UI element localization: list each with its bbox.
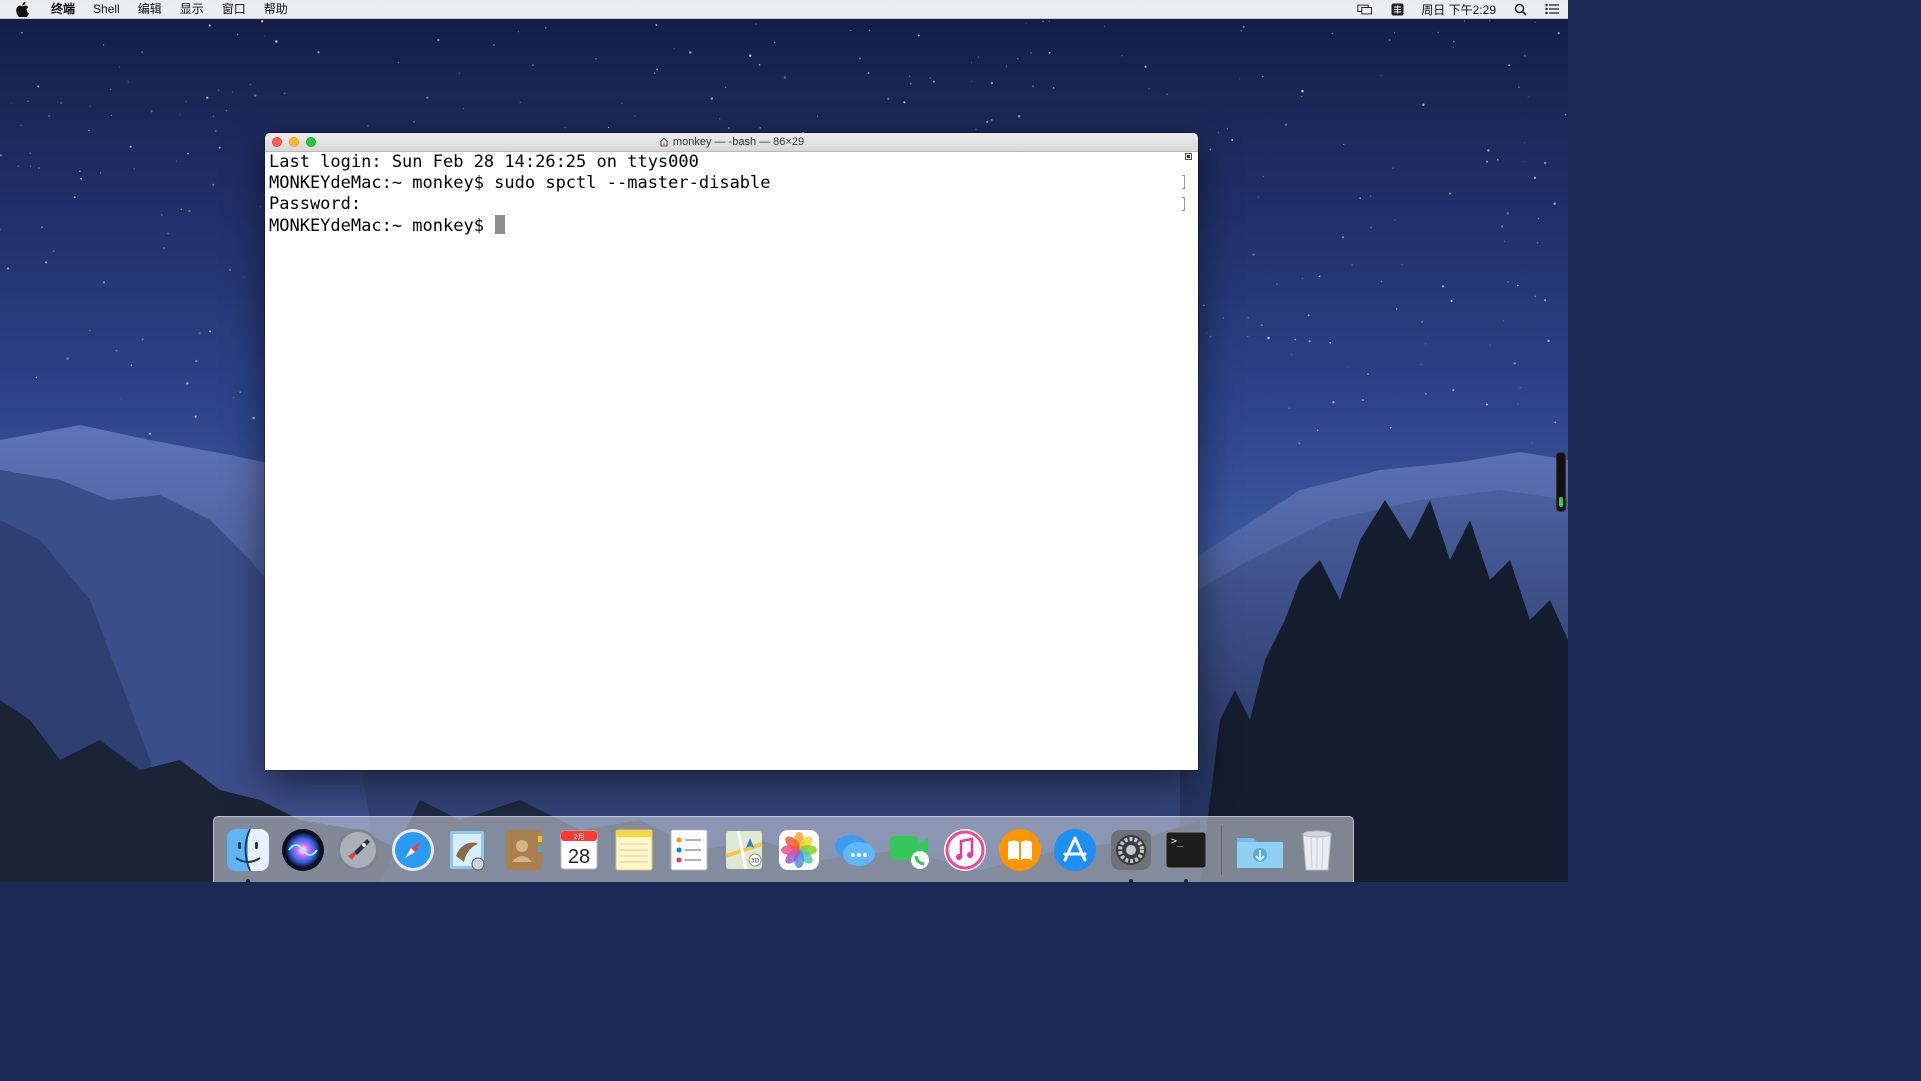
menubar-clock[interactable]: 周日 下午2:29 xyxy=(1413,1,1504,18)
menu-window[interactable]: 窗口 xyxy=(213,0,255,18)
dock: 2月 28 3D >_ xyxy=(213,816,1354,883)
running-indicator xyxy=(1128,878,1133,883)
calendar-day: 28 xyxy=(568,846,590,868)
home-folder-icon xyxy=(659,137,669,147)
line-mark-bracket xyxy=(1182,197,1185,211)
calendar-month: 2月 xyxy=(573,833,584,841)
terminal-line: MONKEYdeMac:~ monkey$ sudo spctl --maste… xyxy=(269,173,771,193)
siri-icon[interactable] xyxy=(279,826,327,874)
terminal-output[interactable]: Last login: Sun Feb 28 14:26:25 on ttys0… xyxy=(265,152,1185,770)
safari-icon[interactable] xyxy=(389,826,437,874)
finder-icon[interactable] xyxy=(224,826,272,883)
menu-shell[interactable]: Shell xyxy=(84,0,129,18)
mail-icon[interactable] xyxy=(444,826,492,874)
messages-icon[interactable] xyxy=(831,826,879,874)
terminal-icon[interactable]: >_ xyxy=(1162,826,1210,883)
system-preferences-icon[interactable] xyxy=(1107,826,1155,883)
display-mirroring-icon[interactable] xyxy=(1357,2,1373,16)
zoom-window-button[interactable] xyxy=(306,137,316,147)
running-indicator xyxy=(245,878,250,883)
window-titlebar[interactable]: monkey — -bash — 86×29 xyxy=(265,133,1198,152)
spotlight-search-icon[interactable] xyxy=(1512,2,1528,16)
menu-edit[interactable]: 编辑 xyxy=(129,0,171,18)
facetime-icon[interactable] xyxy=(886,826,934,874)
line-mark-bracket xyxy=(1182,175,1185,189)
scroll-marker-icon[interactable] xyxy=(1185,153,1192,160)
input-method-icon[interactable] xyxy=(1389,2,1405,16)
contacts-icon[interactable] xyxy=(500,826,548,874)
maps-3d-badge: 3D xyxy=(751,857,760,864)
calendar-icon[interactable]: 2月 28 xyxy=(555,826,603,874)
trash-icon[interactable] xyxy=(1293,826,1341,874)
terminal-window[interactable]: monkey — -bash — 86×29 Last login: Sun F… xyxy=(265,133,1198,770)
maps-icon[interactable]: 3D xyxy=(720,826,768,874)
close-window-button[interactable] xyxy=(272,137,282,147)
menu-view[interactable]: 显示 xyxy=(171,0,213,18)
desktop-scroll-indicator[interactable] xyxy=(1556,452,1566,512)
terminal-glyph: >_ xyxy=(1171,836,1184,847)
terminal-line: Last login: Sun Feb 28 14:26:25 on ttys0… xyxy=(269,152,699,172)
minimize-window-button[interactable] xyxy=(289,137,299,147)
menu-help[interactable]: 帮助 xyxy=(255,0,297,18)
downloads-folder-icon[interactable] xyxy=(1234,826,1286,874)
notes-icon[interactable] xyxy=(610,826,658,874)
dock-divider xyxy=(1221,824,1223,875)
app-store-icon[interactable] xyxy=(1051,826,1099,874)
window-title: monkey — -bash — 86×29 xyxy=(672,136,805,148)
text-cursor xyxy=(495,215,506,234)
launchpad-icon[interactable] xyxy=(334,826,382,874)
photos-icon[interactable] xyxy=(775,826,823,874)
menu-app-name[interactable]: 终端 xyxy=(42,0,84,18)
terminal-prompt: MONKEYdeMac:~ monkey$ xyxy=(269,216,495,236)
menu-bar: 终端 Shell 编辑 显示 窗口 帮助 周日 下午2:29 xyxy=(0,0,1568,19)
window-title-group: monkey — -bash — 86×29 xyxy=(659,133,804,151)
apple-menu-icon[interactable] xyxy=(14,1,30,17)
running-indicator xyxy=(1183,878,1188,883)
notification-center-icon[interactable] xyxy=(1544,2,1560,16)
itunes-icon[interactable] xyxy=(941,826,989,874)
terminal-line: Password: xyxy=(269,194,362,214)
ibooks-icon[interactable] xyxy=(996,826,1044,874)
terminal-prompt-line: MONKEYdeMac:~ monkey$ xyxy=(269,215,1185,236)
reminders-icon[interactable] xyxy=(665,826,713,874)
